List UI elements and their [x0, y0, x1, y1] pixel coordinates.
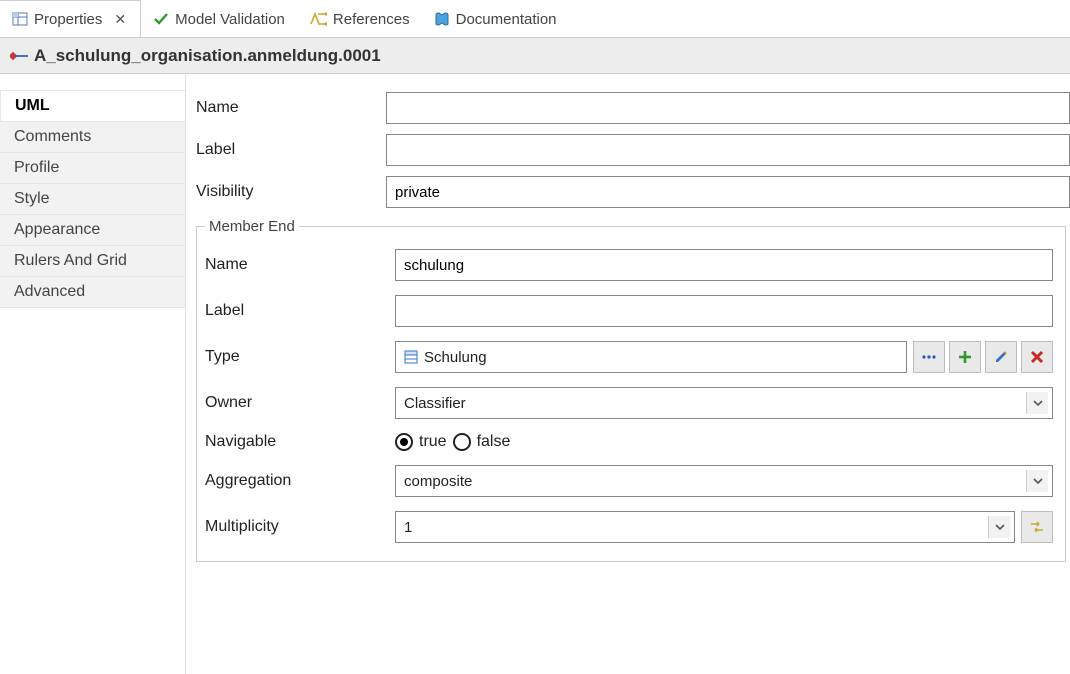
- sidebar-item-style[interactable]: Style: [0, 184, 185, 215]
- body: UML Comments Profile Style Appearance Ru…: [0, 74, 1070, 674]
- tab-label: References: [333, 11, 410, 28]
- sidebar-item-uml[interactable]: UML: [0, 90, 185, 122]
- row-me-navigable: Navigable true false: [205, 433, 1053, 451]
- type-button-row: [913, 341, 1053, 373]
- sidebar-item-rulers-and-grid[interactable]: Rulers And Grid: [0, 246, 185, 277]
- name-field[interactable]: [386, 92, 1070, 124]
- close-icon[interactable]: ✕: [112, 11, 128, 28]
- label-label: Label: [196, 141, 386, 159]
- row-me-name: Name: [205, 249, 1053, 281]
- me-label-field[interactable]: [395, 295, 1053, 327]
- radio-icon: [395, 433, 413, 451]
- me-multiplicity-value: 1: [404, 519, 412, 536]
- me-type-label: Type: [205, 348, 395, 366]
- form-area: Name Label Visibility Member End Name La…: [186, 74, 1070, 674]
- tab-references[interactable]: References: [297, 0, 422, 37]
- me-owner-combo[interactable]: Classifier: [395, 387, 1053, 419]
- ellipsis-icon: [921, 353, 937, 361]
- sidebar: UML Comments Profile Style Appearance Ru…: [0, 74, 186, 674]
- row-label: Label: [196, 134, 1070, 166]
- tab-label: Model Validation: [175, 11, 285, 28]
- me-owner-label: Owner: [205, 394, 395, 412]
- tab-strip: Properties ✕ Model Validation References…: [0, 0, 1070, 38]
- row-me-aggregation: Aggregation composite: [205, 465, 1053, 497]
- class-icon: [404, 350, 418, 364]
- member-end-legend: Member End: [205, 218, 299, 235]
- row-me-label: Label: [205, 295, 1053, 327]
- element-title: A_schulung_organisation.anmeldung.0001: [34, 46, 381, 66]
- element-title-bar: A_schulung_organisation.anmeldung.0001: [0, 38, 1070, 74]
- row-visibility: Visibility: [196, 176, 1070, 208]
- association-icon: [10, 49, 28, 63]
- row-me-multiplicity: Multiplicity 1: [205, 511, 1053, 543]
- sidebar-item-label: Advanced: [14, 283, 85, 300]
- sidebar-item-label: Comments: [14, 128, 91, 145]
- documentation-icon: [434, 11, 450, 27]
- pencil-icon: [994, 350, 1008, 364]
- properties-icon: [12, 11, 28, 27]
- sidebar-item-label: Appearance: [14, 221, 100, 238]
- radio-icon: [453, 433, 471, 451]
- sidebar-item-label: Profile: [14, 159, 59, 176]
- sidebar-item-label: Rulers And Grid: [14, 252, 127, 269]
- name-label: Name: [196, 99, 386, 117]
- row-me-type: Type Schulung: [205, 341, 1053, 373]
- multiplicity-swap-button[interactable]: [1021, 511, 1053, 543]
- sidebar-item-label: Style: [14, 190, 50, 207]
- me-type-value: Schulung: [424, 349, 487, 366]
- edit-button[interactable]: [985, 341, 1017, 373]
- references-icon: [309, 11, 327, 27]
- me-name-label: Name: [205, 256, 395, 274]
- tab-documentation[interactable]: Documentation: [422, 0, 569, 37]
- plus-icon: [958, 350, 972, 364]
- me-aggregation-value: composite: [404, 473, 472, 490]
- navigable-false-radio[interactable]: false: [453, 433, 511, 451]
- me-multiplicity-label: Multiplicity: [205, 518, 395, 536]
- swap-icon: [1029, 520, 1045, 534]
- tab-model-validation[interactable]: Model Validation: [141, 0, 297, 37]
- check-icon: [153, 11, 169, 27]
- chevron-down-icon: [1026, 392, 1048, 414]
- me-aggregation-label: Aggregation: [205, 472, 395, 490]
- tab-label: Properties: [34, 11, 102, 28]
- chevron-down-icon: [988, 516, 1010, 538]
- navigable-true-radio[interactable]: true: [395, 433, 447, 451]
- me-name-field[interactable]: [395, 249, 1053, 281]
- x-icon: [1030, 350, 1044, 364]
- sidebar-item-advanced[interactable]: Advanced: [0, 277, 185, 308]
- tab-properties[interactable]: Properties ✕: [0, 0, 141, 37]
- me-multiplicity-combo[interactable]: 1: [395, 511, 1015, 543]
- me-aggregation-combo[interactable]: composite: [395, 465, 1053, 497]
- radio-label: true: [419, 433, 447, 451]
- browse-button[interactable]: [913, 341, 945, 373]
- me-type-display[interactable]: Schulung: [395, 341, 907, 373]
- row-me-owner: Owner Classifier: [205, 387, 1053, 419]
- me-label-label: Label: [205, 302, 395, 320]
- chevron-down-icon: [1026, 470, 1048, 492]
- sidebar-item-label: UML: [15, 97, 50, 114]
- sidebar-item-profile[interactable]: Profile: [0, 153, 185, 184]
- radio-label: false: [477, 433, 511, 451]
- tab-label: Documentation: [456, 11, 557, 28]
- sidebar-item-comments[interactable]: Comments: [0, 122, 185, 153]
- visibility-field[interactable]: [386, 176, 1070, 208]
- visibility-label: Visibility: [196, 183, 386, 201]
- row-name: Name: [196, 92, 1070, 124]
- sidebar-item-appearance[interactable]: Appearance: [0, 215, 185, 246]
- label-field[interactable]: [386, 134, 1070, 166]
- delete-button[interactable]: [1021, 341, 1053, 373]
- add-button[interactable]: [949, 341, 981, 373]
- me-navigable-label: Navigable: [205, 433, 395, 451]
- member-end-group: Member End Name Label Type Schulung: [196, 218, 1066, 562]
- me-owner-value: Classifier: [404, 395, 466, 412]
